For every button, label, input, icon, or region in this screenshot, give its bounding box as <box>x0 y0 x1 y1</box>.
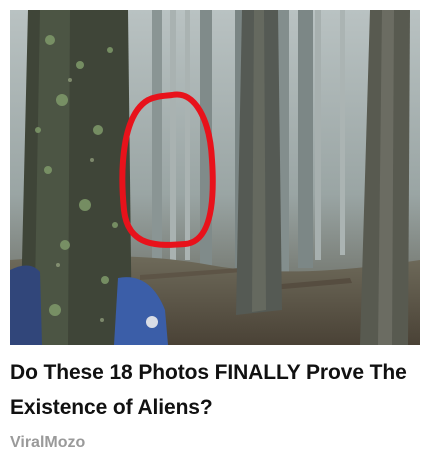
ad-headline[interactable]: Do These 18 Photos FINALLY Prove The Exi… <box>10 355 422 425</box>
sponsored-ad-card[interactable]: Do These 18 Photos FINALLY Prove The Exi… <box>0 0 430 470</box>
ad-thumbnail-image[interactable] <box>10 10 420 345</box>
ad-source-label[interactable]: ViralMozo <box>10 433 85 453</box>
